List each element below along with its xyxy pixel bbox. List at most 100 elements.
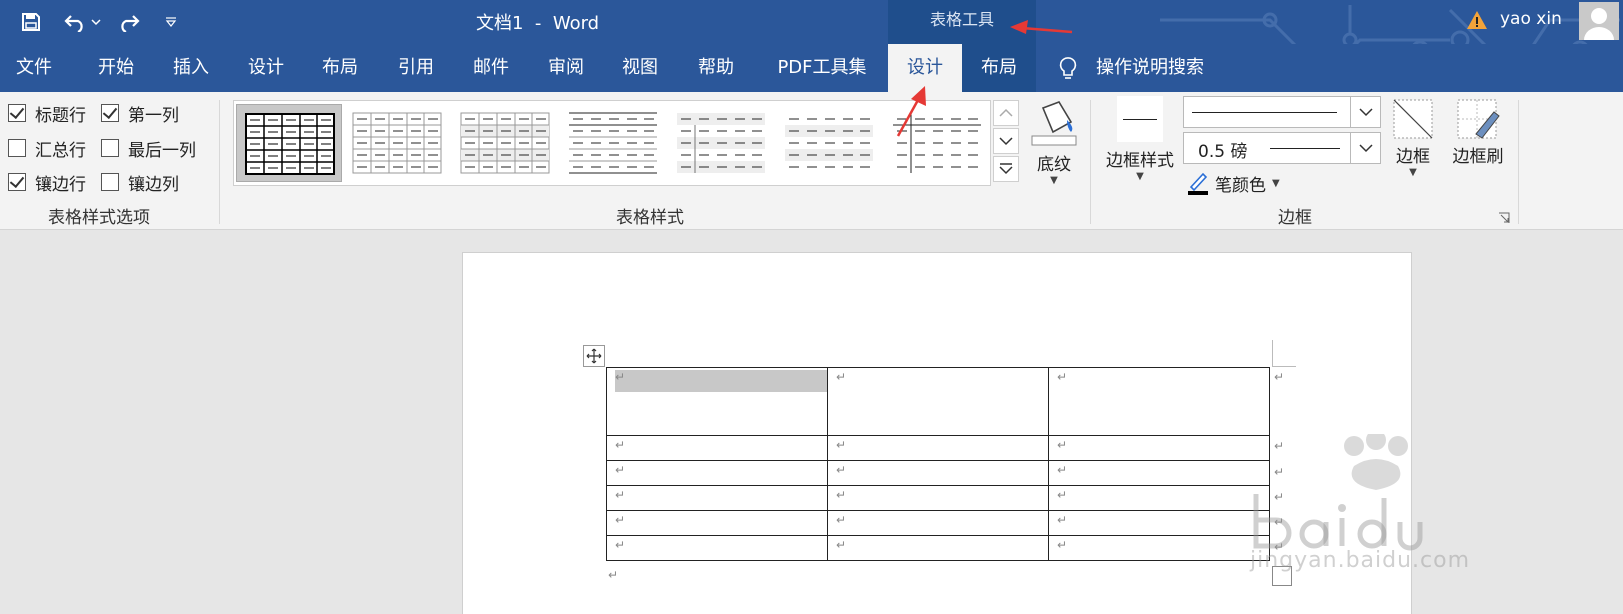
table-style-plain-2[interactable] [452, 104, 558, 182]
document-table[interactable]: ↵ ↵ ↵ ↵ ↵ ↵ ↵ ↵ ↵ ↵ ↵ ↵ ↵ ↵ ↵ ↵ ↵ ↵ [606, 367, 1270, 561]
option-banded-rows[interactable]: 镶边行 [8, 169, 86, 195]
tab-pdf-tools[interactable]: PDF工具集 [766, 44, 878, 92]
border-painter-label: 边框刷 [1452, 147, 1504, 167]
table-row: ↵ ↵ ↵ [606, 510, 1270, 536]
table-cell[interactable]: ↵ [827, 510, 1049, 536]
cell-end-mark: ↵ [836, 370, 847, 384]
checkbox-checked-icon[interactable] [8, 104, 26, 122]
option-banded-columns[interactable]: 镶边列 [101, 169, 179, 195]
chevron-down-icon[interactable] [1350, 97, 1380, 127]
table-cell[interactable]: ↵ [606, 535, 828, 561]
table-style-plain-4[interactable] [668, 104, 774, 182]
save-icon[interactable] [14, 9, 48, 35]
table-cell[interactable]: ↵ [606, 485, 828, 511]
option-label: 标题行 [35, 105, 86, 126]
table-row: ↵ ↵ ↵ [606, 460, 1270, 486]
table-cell[interactable]: ↵ [827, 485, 1049, 511]
group-separator [1090, 100, 1091, 224]
row-end-mark: ↵ [1274, 490, 1285, 504]
lightbulb-icon[interactable] [1058, 56, 1078, 82]
undo-dropdown-icon[interactable] [90, 9, 102, 35]
tab-review[interactable]: 审阅 [538, 44, 594, 92]
option-label: 镶边行 [35, 174, 86, 195]
table-styles-gallery[interactable] [233, 100, 991, 186]
cell-end-mark: ↵ [1057, 438, 1068, 452]
annotation-arrow-icon [1010, 20, 1073, 34]
line-weight-select[interactable]: 0.5 磅 [1183, 132, 1381, 164]
shading-label: 底纹 [1037, 155, 1071, 175]
undo-icon[interactable] [58, 9, 92, 35]
option-header-row[interactable]: 标题行 [8, 100, 86, 126]
cell-end-mark: ↵ [615, 538, 626, 552]
table-style-plain-5[interactable] [776, 104, 882, 182]
table-cell[interactable]: ↵ [827, 460, 1049, 486]
tab-references[interactable]: 引用 [388, 44, 444, 92]
checkbox-empty-icon[interactable] [101, 173, 119, 191]
chevron-down-icon[interactable] [1350, 133, 1380, 163]
dropdown-arrow-icon: ▼ [1272, 177, 1280, 189]
border-style-preview [1117, 96, 1163, 142]
table-cell[interactable]: ↵ [1048, 535, 1270, 561]
option-first-column[interactable]: 第一列 [101, 100, 179, 126]
dialog-launcher-icon[interactable] [1498, 212, 1510, 224]
tab-layout[interactable]: 布局 [312, 44, 368, 92]
borders-label: 边框 [1396, 147, 1430, 167]
tell-me-search[interactable]: 操作说明搜索 [1096, 44, 1204, 92]
table-move-handle-icon[interactable] [583, 345, 605, 367]
tab-table-layout[interactable]: 布局 [962, 44, 1036, 92]
checkbox-checked-icon[interactable] [8, 173, 26, 191]
tab-help[interactable]: 帮助 [688, 44, 744, 92]
line-style-select[interactable] [1183, 96, 1381, 128]
table-cell[interactable]: ↵ [606, 460, 828, 486]
option-total-row[interactable]: 汇总行 [8, 135, 86, 161]
option-last-column[interactable]: 最后一列 [101, 135, 196, 161]
cell-end-mark: ↵ [1057, 488, 1068, 502]
title-bar: 文档1 - Word 表格工具 yao xin [0, 0, 1623, 44]
border-painter-button[interactable]: 边框刷 [1446, 98, 1510, 167]
gallery-scroll-up-button[interactable] [993, 100, 1019, 126]
table-cell[interactable]: ↵ [606, 367, 828, 436]
table-style-plain-1[interactable] [344, 104, 450, 182]
table-style-grid[interactable] [236, 104, 342, 182]
tab-insert[interactable]: 插入 [163, 44, 219, 92]
tab-file[interactable]: 文件 [6, 44, 62, 92]
border-painter-icon [1457, 99, 1500, 139]
tab-view[interactable]: 视图 [612, 44, 668, 92]
cell-end-mark: ↵ [836, 438, 847, 452]
table-cell[interactable]: ↵ [606, 510, 828, 536]
table-cell[interactable]: ↵ [827, 535, 1049, 561]
table-cell[interactable]: ↵ [1048, 460, 1270, 486]
pen-color-button[interactable]: 笔颜色 ▼ [1187, 169, 1280, 197]
table-style-plain-3[interactable] [560, 104, 666, 182]
table-cell[interactable]: ↵ [606, 435, 828, 461]
checkbox-checked-icon[interactable] [101, 104, 119, 122]
table-cell[interactable]: ↵ [1048, 485, 1270, 511]
border-styles-button[interactable]: 边框样式 ▼ [1102, 96, 1178, 183]
tab-home[interactable]: 开始 [88, 44, 144, 92]
ribbon-tabs: 文件 开始 插入 设计 布局 引用 邮件 审阅 视图 帮助 PDF工具集 设计 … [0, 44, 1623, 92]
borders-button[interactable]: 边框 ▼ [1388, 98, 1438, 179]
checkbox-empty-icon[interactable] [8, 139, 26, 157]
checkbox-empty-icon[interactable] [101, 139, 119, 157]
avatar[interactable] [1579, 2, 1619, 40]
line-weight-preview [1270, 148, 1340, 149]
border-styles-label: 边框样式 [1106, 151, 1174, 171]
customize-quick-access-icon[interactable] [160, 9, 182, 35]
ribbon-panel: 标题行 第一列 汇总行 最后一列 镶边行 镶边列 表格样式选项 底纹 ▼ 表格样… [0, 92, 1623, 230]
table-cell[interactable]: ↵ [1048, 510, 1270, 536]
gallery-more-button[interactable] [993, 156, 1019, 182]
user-name[interactable]: yao xin [1500, 9, 1562, 29]
cell-end-mark: ↵ [615, 438, 626, 452]
cell-end-mark: ↵ [836, 463, 847, 477]
tab-design[interactable]: 设计 [238, 44, 294, 92]
group-label-table-styles: 表格样式 [616, 208, 684, 228]
tab-mailings[interactable]: 邮件 [463, 44, 519, 92]
table-cell[interactable]: ↵ [827, 435, 1049, 461]
table-cell[interactable]: ↵ [1048, 435, 1270, 461]
warning-icon[interactable] [1466, 9, 1488, 31]
redo-icon[interactable] [112, 9, 146, 35]
shading-button[interactable]: 底纹 ▼ [1024, 98, 1084, 187]
gallery-scroll-down-button[interactable] [993, 128, 1019, 154]
table-cell[interactable]: ↵ [827, 367, 1049, 436]
table-cell[interactable]: ↵ [1048, 367, 1270, 436]
